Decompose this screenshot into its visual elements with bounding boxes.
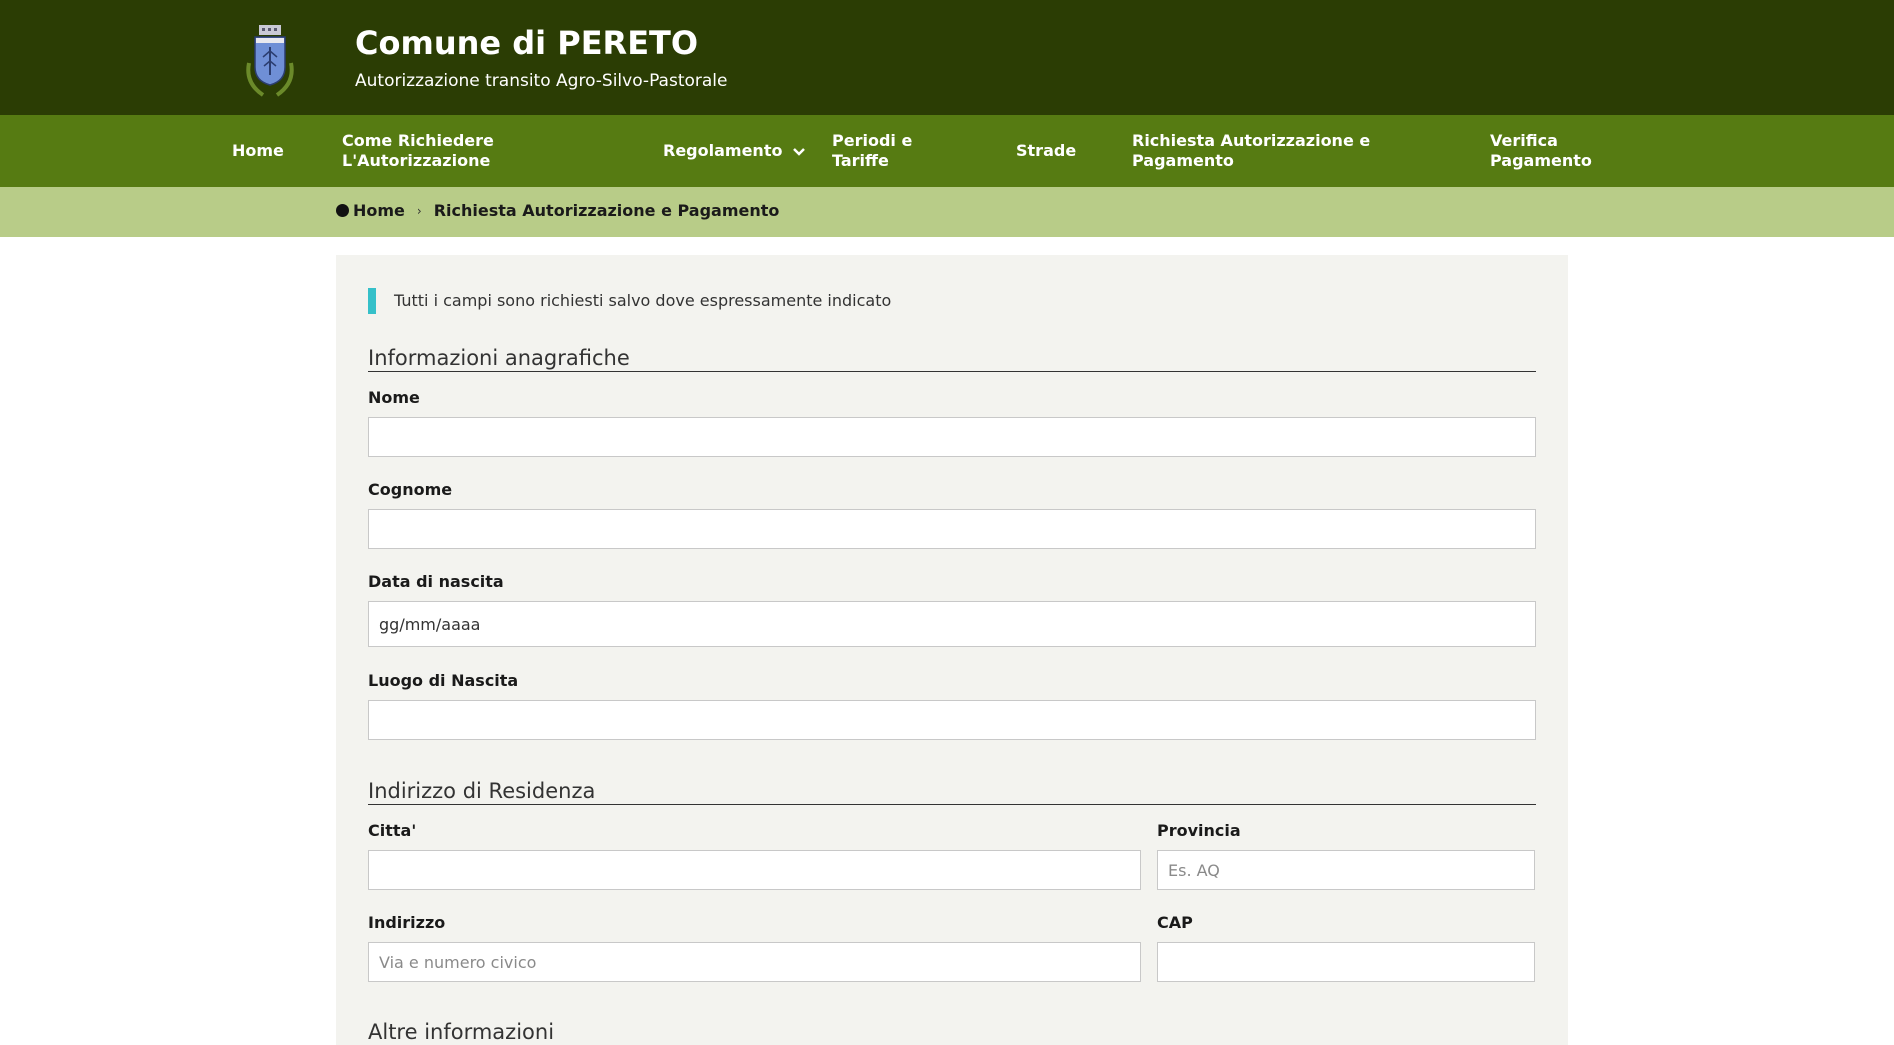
site-header: Comune di PERETO Autorizzazione transito…	[0, 0, 1894, 115]
data-nascita-label: Data di nascita	[368, 572, 504, 591]
nome-label: Nome	[368, 388, 420, 407]
nav-come-richiedere[interactable]: Come Richiedere L'Autorizzazione	[342, 131, 494, 171]
nav-label: Regolamento	[663, 141, 783, 160]
nav-richiesta-autorizzazione[interactable]: Richiesta Autorizzazione e Pagamento	[1132, 131, 1370, 171]
citta-label: Citta'	[368, 821, 417, 840]
citta-input[interactable]	[368, 850, 1141, 890]
nome-input[interactable]	[368, 417, 1536, 457]
data-nascita-input[interactable]	[368, 601, 1536, 647]
nav-periodi-tariffe[interactable]: Periodi e Tariffe	[832, 131, 912, 171]
provincia-label: Provincia	[1157, 821, 1241, 840]
provincia-input[interactable]	[1157, 850, 1535, 890]
nav-label-line2: Pagamento	[1132, 151, 1234, 170]
breadcrumb-separator: ›	[416, 203, 422, 218]
indirizzo-input[interactable]	[368, 942, 1141, 982]
main-nav: Home Come Richiedere L'Autorizzazione Re…	[0, 115, 1894, 187]
luogo-nascita-input[interactable]	[368, 700, 1536, 740]
nav-label-line1: Periodi e	[832, 131, 913, 150]
luogo-nascita-label: Luogo di Nascita	[368, 671, 519, 690]
site-subtitle: Autorizzazione transito Agro-Silvo-Pasto…	[355, 71, 728, 91]
nav-label-line2: Pagamento	[1490, 151, 1592, 170]
nav-label-line2: L'Autorizzazione	[342, 151, 491, 170]
chevron-down-icon	[793, 147, 806, 156]
nav-label-line2: Tariffe	[832, 151, 889, 170]
nav-home[interactable]: Home	[232, 141, 284, 161]
breadcrumb-home-link[interactable]: Home	[353, 201, 405, 220]
cap-input[interactable]	[1157, 942, 1535, 982]
nav-label: Home	[232, 141, 284, 160]
cognome-label: Cognome	[368, 480, 453, 499]
section-title-other: Altre informazioni	[368, 1020, 555, 1044]
home-dot-icon	[336, 204, 349, 217]
section-title-address: Indirizzo di Residenza	[368, 779, 1536, 805]
coat-of-arms-icon[interactable]	[243, 23, 297, 98]
section-title-personal: Informazioni anagrafiche	[368, 346, 1536, 372]
nav-verifica-pagamento[interactable]: Verifica Pagamento	[1490, 131, 1592, 171]
nav-regolamento-dropdown[interactable]: Regolamento	[663, 141, 806, 161]
nav-label-line1: Verifica	[1490, 131, 1558, 150]
form-panel: Tutti i campi sono richiesti salvo dove …	[336, 255, 1568, 1045]
nav-label: Strade	[1016, 141, 1077, 160]
nav-strade[interactable]: Strade	[1016, 141, 1076, 161]
cognome-input[interactable]	[368, 509, 1536, 549]
nav-label-line1: Richiesta Autorizzazione e	[1132, 131, 1371, 150]
breadcrumb-bar: Home › Richiesta Autorizzazione e Pagame…	[0, 187, 1894, 237]
indirizzo-label: Indirizzo	[368, 913, 446, 932]
cap-label: CAP	[1157, 913, 1193, 932]
breadcrumb: Home › Richiesta Autorizzazione e Pagame…	[336, 201, 779, 220]
required-fields-notice: Tutti i campi sono richiesti salvo dove …	[368, 288, 891, 314]
site-title[interactable]: Comune di PERETO	[355, 24, 698, 62]
nav-label-line1: Come Richiedere	[342, 131, 494, 150]
breadcrumb-current: Richiesta Autorizzazione e Pagamento	[433, 201, 780, 220]
